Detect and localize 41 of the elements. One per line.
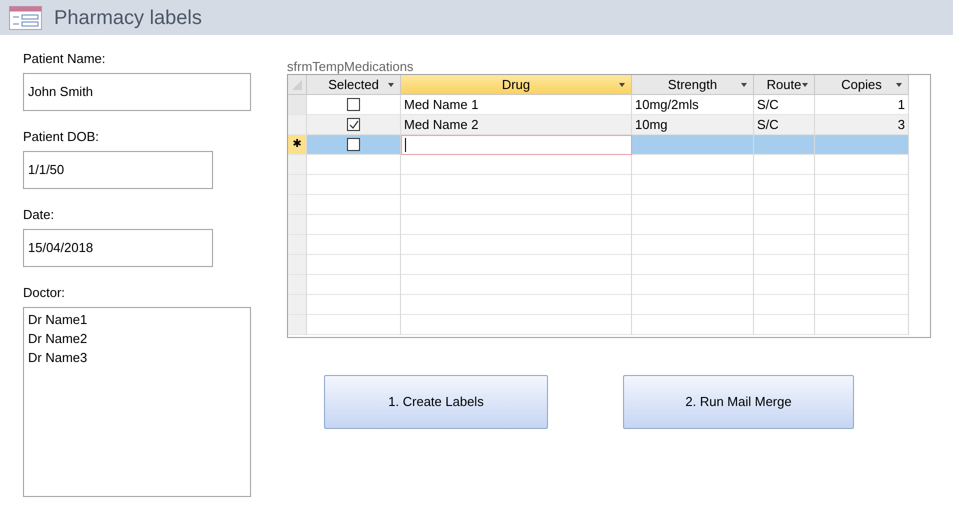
window-title: Pharmacy labels xyxy=(54,6,202,30)
dropdown-caret-icon[interactable] xyxy=(896,83,902,87)
checkbox[interactable] xyxy=(347,118,360,131)
table-cell-text: 10mg/2mls xyxy=(635,96,699,114)
table-cell-text: 1 xyxy=(898,96,905,114)
field-label: Patient Name: xyxy=(23,51,106,67)
dropdown-caret-icon[interactable] xyxy=(619,83,625,87)
column-header[interactable]: Copies xyxy=(815,75,909,95)
new-record-marker: ✱ xyxy=(292,137,302,152)
subform-caption: sfrmTempMedications xyxy=(287,59,414,74)
column-header[interactable]: Drug xyxy=(401,75,632,95)
drug-input-field[interactable] xyxy=(401,135,632,155)
list-item[interactable]: Dr Name2 xyxy=(28,329,246,348)
field-label: Doctor: xyxy=(23,285,66,301)
checkbox[interactable] xyxy=(347,98,360,111)
table-cell-text: S/C xyxy=(757,96,779,114)
text-field[interactable]: 15/04/2018 xyxy=(23,229,213,267)
dropdown-caret-icon[interactable] xyxy=(388,83,394,87)
action-button[interactable]: 1. Create Labels xyxy=(324,375,548,429)
table-cell-text: 3 xyxy=(898,116,905,134)
datasheet-row[interactable]: Med Name 2 10mg S/C 3 xyxy=(288,115,930,135)
column-header[interactable]: Strength xyxy=(632,75,754,95)
text-field[interactable]: John Smith xyxy=(23,73,251,111)
field-label: Patient DOB: xyxy=(23,129,100,145)
column-header[interactable]: Route xyxy=(754,75,815,95)
list-item[interactable]: Dr Name1 xyxy=(28,310,246,329)
dropdown-caret-icon[interactable] xyxy=(741,83,747,87)
checkbox[interactable] xyxy=(347,138,360,151)
action-button[interactable]: 2. Run Mail Merge xyxy=(623,375,854,429)
column-header[interactable]: Selected xyxy=(307,75,401,95)
text-field[interactable]: 1/1/50 xyxy=(23,151,213,189)
table-cell-text: 10mg xyxy=(635,116,668,134)
list-item[interactable]: Dr Name3 xyxy=(28,348,246,367)
record-selector[interactable]: ✱ xyxy=(288,135,307,155)
dropdown-caret-icon[interactable] xyxy=(802,83,808,87)
form-icon xyxy=(9,6,42,30)
table-cell-text: S/C xyxy=(757,116,779,134)
datasheet-row[interactable]: ✱ xyxy=(288,135,930,155)
table-cell-text: Med Name 2 xyxy=(404,116,478,134)
field-label: Date: xyxy=(23,207,56,223)
table-cell-text: Med Name 1 xyxy=(404,96,478,114)
